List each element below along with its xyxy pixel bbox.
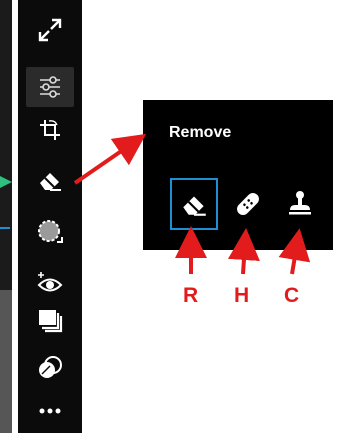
remove-button[interactable] [26,160,74,200]
remove-popup: Remove [143,100,333,250]
eraser-icon [40,173,61,191]
stamp-icon [289,191,311,215]
label-R: R [183,284,199,307]
selection-button[interactable] [26,212,74,252]
crop-icon [40,120,60,140]
layers-button[interactable] [26,300,74,340]
remove-eraser-option[interactable] [170,178,218,230]
canvas-marker-arrow [0,176,12,188]
selection-icon [38,220,63,243]
layers-icon [39,310,63,333]
remove-clone-option[interactable] [276,178,324,230]
red-eye-icon [37,272,63,292]
vertical-toolbar [18,0,82,433]
popup-title: Remove [169,124,232,141]
canvas-marker-line [0,227,10,229]
blend-icon [39,356,62,378]
label-C: C [284,284,300,307]
red-eye-button[interactable] [26,262,74,302]
expand-button[interactable] [26,10,74,50]
adjustments-button[interactable] [26,67,74,107]
crop-button[interactable] [26,110,74,150]
blend-button[interactable] [26,348,74,388]
bandage-icon [237,193,259,215]
canvas-edge-gray [0,290,12,433]
adjustments-icon [40,76,60,98]
eraser-icon [183,196,206,216]
more-icon [39,408,61,414]
arrow-to-popup [73,133,147,185]
screenshot-stage: Remove R H C [0,0,340,433]
label-H: H [234,284,250,307]
more-button[interactable] [26,391,74,431]
remove-healing-option[interactable] [224,178,272,230]
expand-icon [38,18,62,42]
